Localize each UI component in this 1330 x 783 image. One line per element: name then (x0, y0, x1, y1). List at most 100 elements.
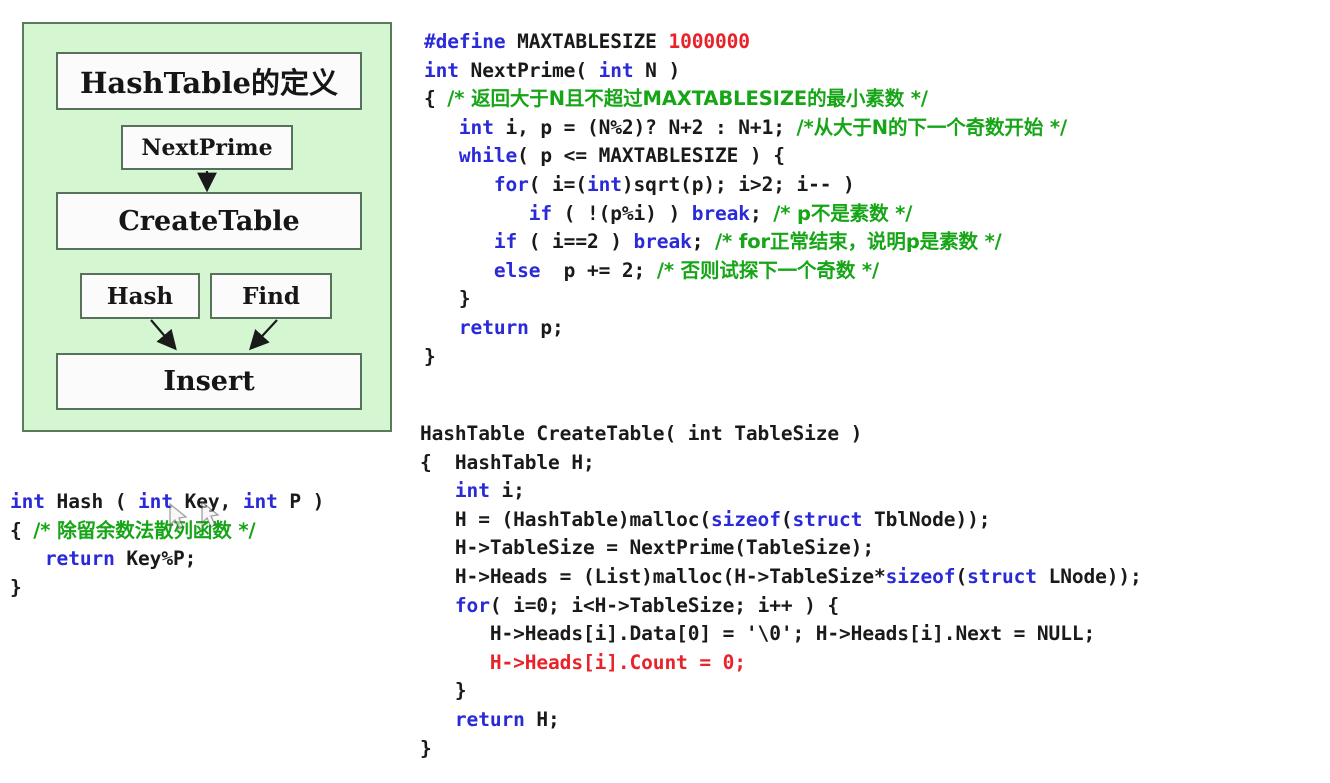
code-token: if (528, 201, 553, 225)
code-line: return Key%P; (10, 545, 324, 574)
code-token: i, p = (N%2)? N+2 : N+1; (493, 115, 797, 139)
code-token: H->Heads[i].Data[0] = '\0'; H->Heads[i].… (420, 622, 1096, 646)
code-token: break (633, 230, 692, 254)
code-token: LNode)); (1036, 564, 1142, 588)
code-token: 1000000 (668, 30, 750, 53)
diagram-box-insert: Insert (56, 353, 362, 410)
code-token: return (458, 315, 529, 339)
code-token: ( (780, 507, 793, 531)
code-token: H; (524, 707, 560, 731)
code-line: } (424, 285, 1067, 314)
code-token: ( i=( (528, 172, 587, 196)
code-token: if (493, 230, 518, 254)
code-token: while (458, 144, 518, 168)
code-line: H->Heads[i].Count = 0; (420, 649, 1142, 678)
code-token: i; (489, 479, 525, 503)
diagram-box-hash: Hash (80, 273, 200, 319)
code-token: H->Heads = (List)malloc(H->TableSize* (420, 564, 886, 588)
code-token: sizeof (885, 564, 956, 588)
code-token: int (458, 115, 494, 139)
code-line: H->TableSize = NextPrime(TableSize); (420, 534, 1142, 563)
code-token: /* p不是素数 */ (773, 201, 913, 225)
code-line: { /* 返回大于N且不超过MAXTABLESIZE的最小素数 */ (424, 85, 1067, 114)
code-token: { HashTable H; (420, 450, 595, 474)
code-line: } (424, 343, 1067, 372)
code-line: return p; (424, 314, 1067, 343)
code-token: else (493, 258, 541, 282)
code-token: for (454, 593, 490, 617)
code-token: ( p <= MAXTABLESIZE ) { (517, 144, 785, 168)
code-token: int (586, 172, 622, 196)
code-token: { (424, 87, 448, 111)
hashtable-definition-diagram: HashTable的定义 NextPrime CreateTable Hash … (22, 22, 392, 432)
code-token: MAXTABLESIZE (517, 30, 669, 53)
code-token: p; (528, 315, 564, 339)
arrow-find-to-insert (249, 319, 278, 351)
code-token: int (598, 58, 634, 82)
code-line: for( i=0; i<H->TableSize; i++ ) { (420, 592, 1142, 621)
code-token: /* 返回大于N且不超过MAXTABLESIZE的最小素数 */ (447, 87, 928, 111)
code-line: } (420, 677, 1142, 706)
code-line: if ( i==2 ) break; /* for正常结束，说明p是素数 */ (424, 228, 1067, 257)
code-token: NextPrime( (458, 58, 599, 82)
code-token: ( i=0; i<H->TableSize; i++ ) { (489, 593, 840, 617)
code-line: int i; (420, 477, 1142, 506)
code-line: for( i=(int)sqrt(p); i>2; i-- ) (424, 171, 1067, 200)
code-token: int (242, 490, 278, 513)
code-token: H = (HashTable)malloc( (420, 507, 711, 531)
diagram-box-find: Find (210, 273, 332, 319)
code-token: int (10, 490, 45, 513)
code-token: int (138, 490, 173, 513)
code-block-createtable: HashTable CreateTable( int TableSize ) { … (420, 420, 1142, 763)
code-line: } (420, 735, 1142, 764)
code-token: /* 除留余数法散列函数 */ (33, 518, 256, 542)
code-token: Key%P; (114, 547, 197, 571)
diagram-box-hashtable-definition: HashTable的定义 (56, 52, 362, 110)
code-block-nextprime: #define MAXTABLESIZE 1000000 int NextPrim… (424, 28, 1067, 371)
code-token: /* for正常结束，说明p是素数 */ (715, 230, 1002, 254)
code-token: for (493, 172, 529, 196)
code-line: H->Heads[i].Data[0] = '\0'; H->Heads[i].… (420, 620, 1142, 649)
code-token: break (691, 201, 750, 225)
code-line: return H; (420, 706, 1142, 735)
code-token: } (420, 679, 467, 703)
diagram-box-nextprime: NextPrime (121, 125, 293, 170)
code-token: #define (424, 30, 518, 53)
code-line: HashTable CreateTable( int TableSize ) (420, 420, 1142, 449)
code-line: int NextPrime( int N ) (424, 57, 1067, 86)
code-token: ; (749, 201, 774, 225)
code-token: } (424, 344, 436, 368)
code-token: /* 否则试探下一个奇数 */ (656, 258, 880, 282)
code-token: TblNode)); (862, 507, 991, 531)
code-token: /*从大于N的下一个奇数开始 */ (796, 115, 1068, 139)
code-token: sizeof (711, 507, 781, 531)
code-token: struct (967, 564, 1037, 588)
code-line: else p += 2; /* 否则试探下一个奇数 */ (424, 257, 1067, 286)
code-token: HashTable CreateTable( int TableSize ) (420, 422, 863, 445)
code-token: return (44, 547, 115, 571)
code-token: Hash ( (44, 490, 139, 513)
code-line: #define MAXTABLESIZE 1000000 (424, 28, 1067, 57)
code-token: p += 2; (540, 258, 657, 282)
code-token: ( (955, 564, 968, 588)
code-token: ( i==2 ) (517, 230, 634, 254)
code-token: Key, (172, 490, 243, 513)
code-line: H->Heads = (List)malloc(H->TableSize*siz… (420, 563, 1142, 592)
code-token: int (454, 479, 490, 503)
code-token: N ) (633, 58, 681, 82)
code-token: ; (691, 230, 716, 254)
diagram-box-createtable: CreateTable (56, 192, 362, 250)
arrow-hash-to-insert (150, 319, 177, 351)
code-token: H->TableSize = NextPrime(TableSize); (420, 536, 874, 560)
code-token: { (10, 518, 34, 542)
code-line: } (10, 574, 324, 603)
code-token: )sqrt(p); i>2; i-- ) (621, 172, 855, 196)
code-line: { HashTable H; (420, 449, 1142, 478)
